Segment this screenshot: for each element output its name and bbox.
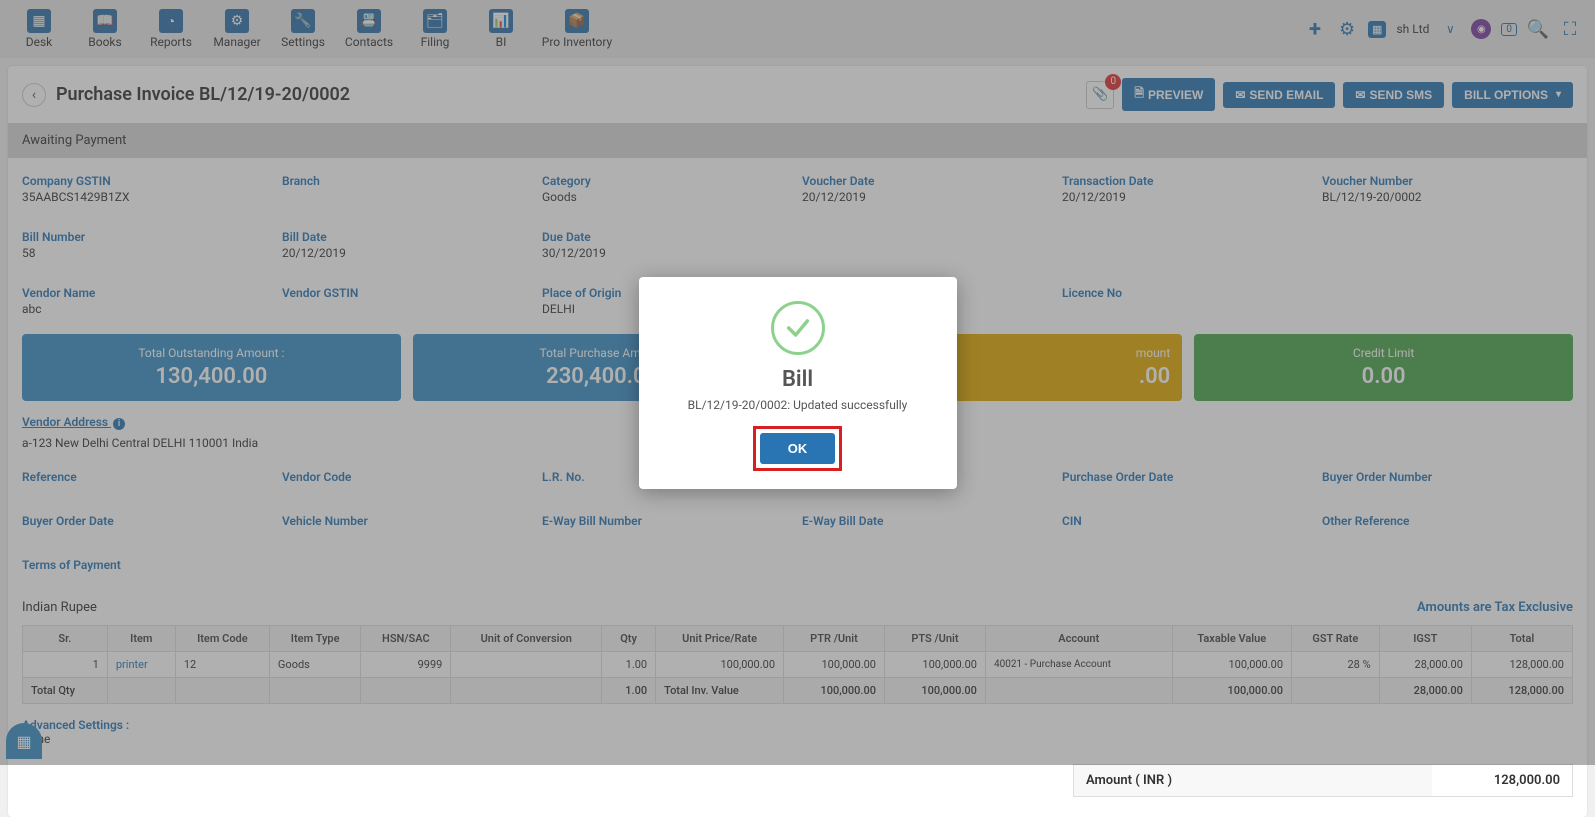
modal-title: Bill xyxy=(655,367,941,392)
amount-box: Amount ( INR ) 128,000.00 xyxy=(1073,764,1573,797)
amount-label: Amount ( INR ) xyxy=(1074,765,1432,796)
amount-value: 128,000.00 xyxy=(1432,765,1572,796)
modal-ok-highlight: OK xyxy=(753,426,843,471)
success-check-icon xyxy=(771,301,825,355)
success-modal: Bill BL/12/19-20/0002: Updated successfu… xyxy=(639,277,957,489)
modal-message: BL/12/19-20/0002: Updated successfully xyxy=(655,398,941,412)
modal-overlay: Bill BL/12/19-20/0002: Updated successfu… xyxy=(0,0,1595,765)
modal-ok-button[interactable]: OK xyxy=(760,433,836,464)
